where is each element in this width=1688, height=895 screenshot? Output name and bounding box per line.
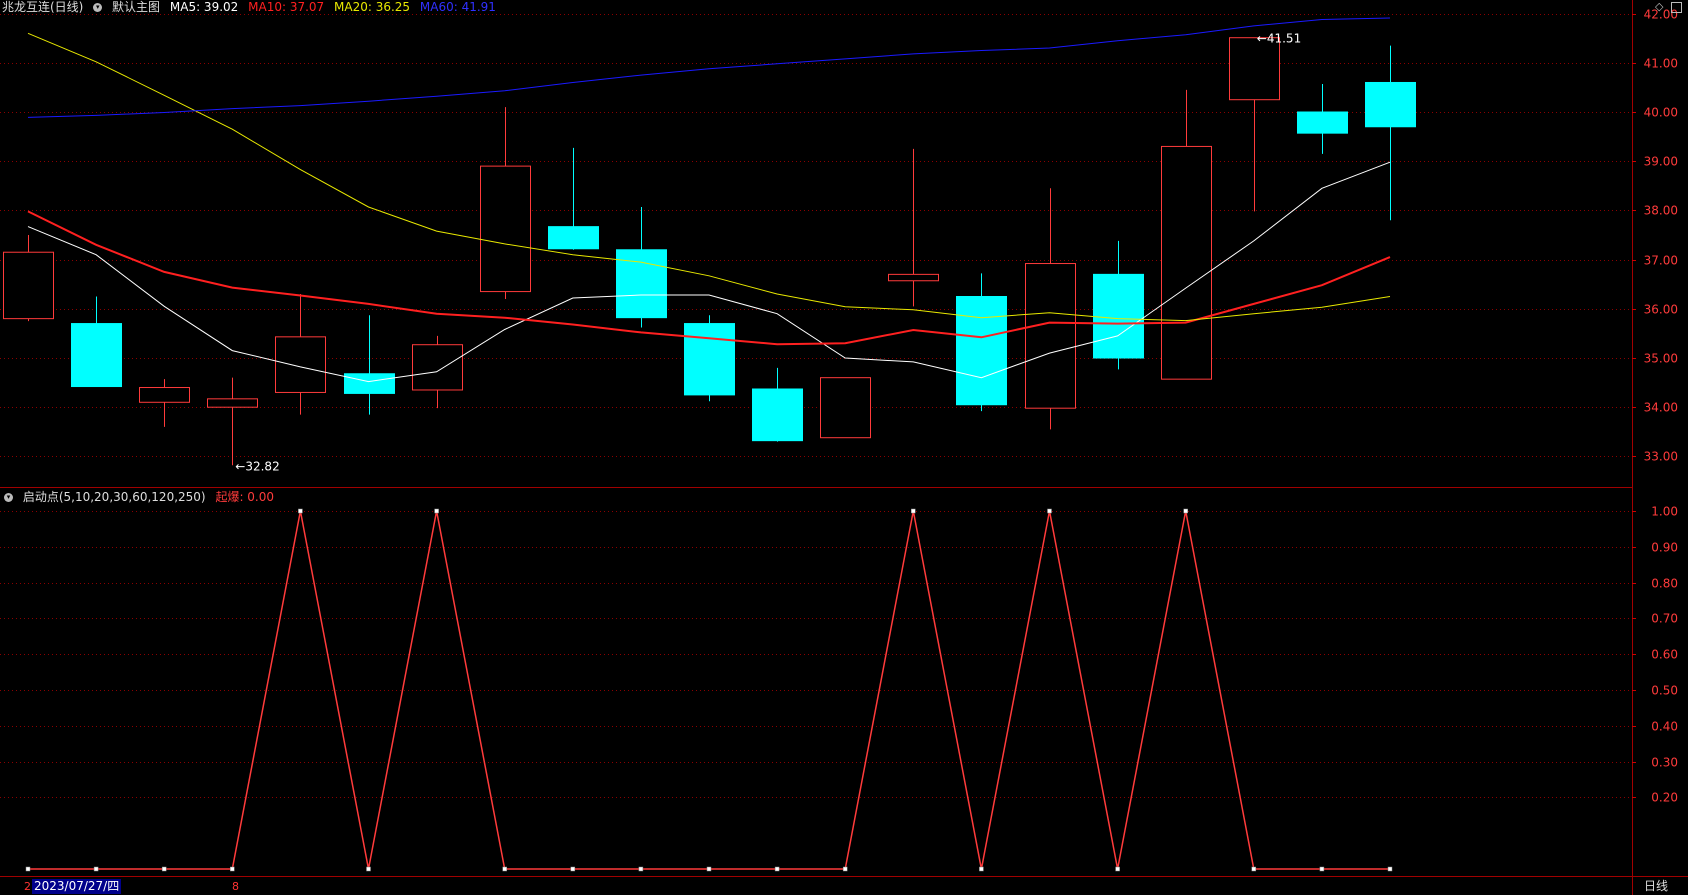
main-chart-label[interactable]: 默认主图	[112, 0, 160, 14]
price-tick-label: 40.00	[1644, 106, 1678, 120]
candle-body-up	[888, 273, 939, 282]
indicator-point	[1251, 866, 1257, 872]
ma20-label: MA20: 36.25	[334, 0, 411, 14]
date-cursor-label: 2023/07/27/四	[32, 879, 122, 894]
indicator-tick-label: 0.90	[1651, 541, 1678, 555]
indicator-tick-label: 0.50	[1651, 684, 1678, 698]
candle-body-up	[412, 344, 463, 391]
candle-body-up	[139, 387, 190, 403]
indicator-tick-label: 0.80	[1651, 577, 1678, 591]
low-price-annotation: ←32.82	[235, 459, 279, 473]
indicator-point	[161, 866, 167, 872]
indicator-tick-label: 0.30	[1651, 756, 1678, 770]
indicator-tick-label: 0.60	[1651, 648, 1678, 662]
indicator-tick-label: 0.20	[1651, 791, 1678, 805]
indicator-point	[638, 866, 644, 872]
window-icon[interactable]	[1671, 1, 1682, 13]
indicator-header: ▾ 启动点(5,10,20,30,60,120,250) 起爆: 0.00	[4, 490, 280, 504]
candle-body-up	[480, 165, 531, 293]
candle-body-down	[548, 226, 599, 250]
price-tick-label: 36.00	[1644, 303, 1678, 317]
ma-line-ma60	[27, 17, 1391, 118]
candle-body-down	[1297, 111, 1348, 134]
high-price-annotation: ←41.51	[1257, 32, 1301, 46]
diamond-icon[interactable]: ◇	[1655, 0, 1663, 13]
indicator-name[interactable]: 启动点(5,10,20,30,60,120,250)	[23, 490, 206, 504]
price-tick-label: 39.00	[1644, 155, 1678, 169]
indicator-point	[1387, 866, 1393, 872]
candle-body-up	[1229, 37, 1280, 101]
price-tick-label: 33.00	[1644, 450, 1678, 464]
candle-body-down	[344, 373, 395, 394]
main-chart-header: 兆龙互连(日线) ▾ 默认主图 MA5: 39.02 MA10: 37.07 M…	[2, 0, 502, 14]
candle-body-up	[1161, 145, 1212, 380]
indicator-point	[298, 508, 303, 514]
indicator-point	[1047, 508, 1052, 514]
candle-body-down	[1365, 81, 1416, 128]
candle-body-down	[1093, 273, 1144, 359]
indicator-point	[911, 508, 916, 514]
indicator-point	[979, 866, 984, 872]
indicator-point	[230, 866, 235, 872]
price-tick-label: 35.00	[1644, 352, 1678, 366]
ma60-label: MA60: 41.91	[419, 0, 496, 14]
indicator-point	[93, 866, 99, 872]
candle-body-down	[71, 323, 122, 388]
candle-body-up	[820, 377, 871, 439]
price-tick-label: 38.00	[1644, 204, 1678, 218]
indicator-tick-label: 1.00	[1651, 505, 1678, 519]
ma5-label: MA5: 39.02	[169, 0, 239, 14]
candle-body-up	[275, 336, 326, 393]
indicator-point	[842, 866, 848, 872]
price-tick-label: 41.00	[1644, 57, 1678, 71]
price-tick-label: 34.00	[1644, 401, 1678, 415]
price-tick-label: 37.00	[1644, 254, 1678, 268]
indicator-point	[1115, 866, 1120, 872]
candle-body-up	[3, 251, 54, 320]
stock-title[interactable]: 兆龙互连(日线)	[2, 0, 83, 14]
candle-body-up	[1025, 263, 1076, 409]
chart-canvas[interactable]: 42.0041.0040.0039.0038.0037.0036.0035.00…	[0, 0, 1688, 895]
indicator-point	[366, 866, 371, 872]
indicator-point	[774, 866, 780, 872]
footer-left-mark: 2	[24, 880, 31, 893]
indicator-point	[570, 866, 576, 872]
candle-body-down	[752, 388, 803, 442]
settings-circle-icon[interactable]: ▾	[93, 3, 103, 12]
indicator-point	[434, 508, 439, 514]
indicator-tick-label: 0.40	[1651, 720, 1678, 734]
period-label[interactable]: 日线	[1644, 879, 1668, 894]
indicator-settings-icon[interactable]: ▾	[4, 493, 13, 502]
indicator-point	[1319, 866, 1325, 872]
indicator-value: 起爆: 0.00	[215, 490, 275, 504]
footer-mid-mark: 8	[232, 880, 239, 893]
indicator-point	[1183, 508, 1188, 514]
indicator-point	[502, 866, 507, 872]
window-controls: ◇	[1655, 0, 1682, 13]
candle-body-down	[956, 296, 1007, 406]
indicator-point	[25, 866, 31, 872]
indicator-tick-label: 0.70	[1651, 612, 1678, 626]
ma10-label: MA10: 37.07	[248, 0, 325, 14]
indicator-point	[706, 866, 712, 872]
candle-body-down	[684, 323, 735, 396]
candle-body-up	[207, 398, 258, 408]
